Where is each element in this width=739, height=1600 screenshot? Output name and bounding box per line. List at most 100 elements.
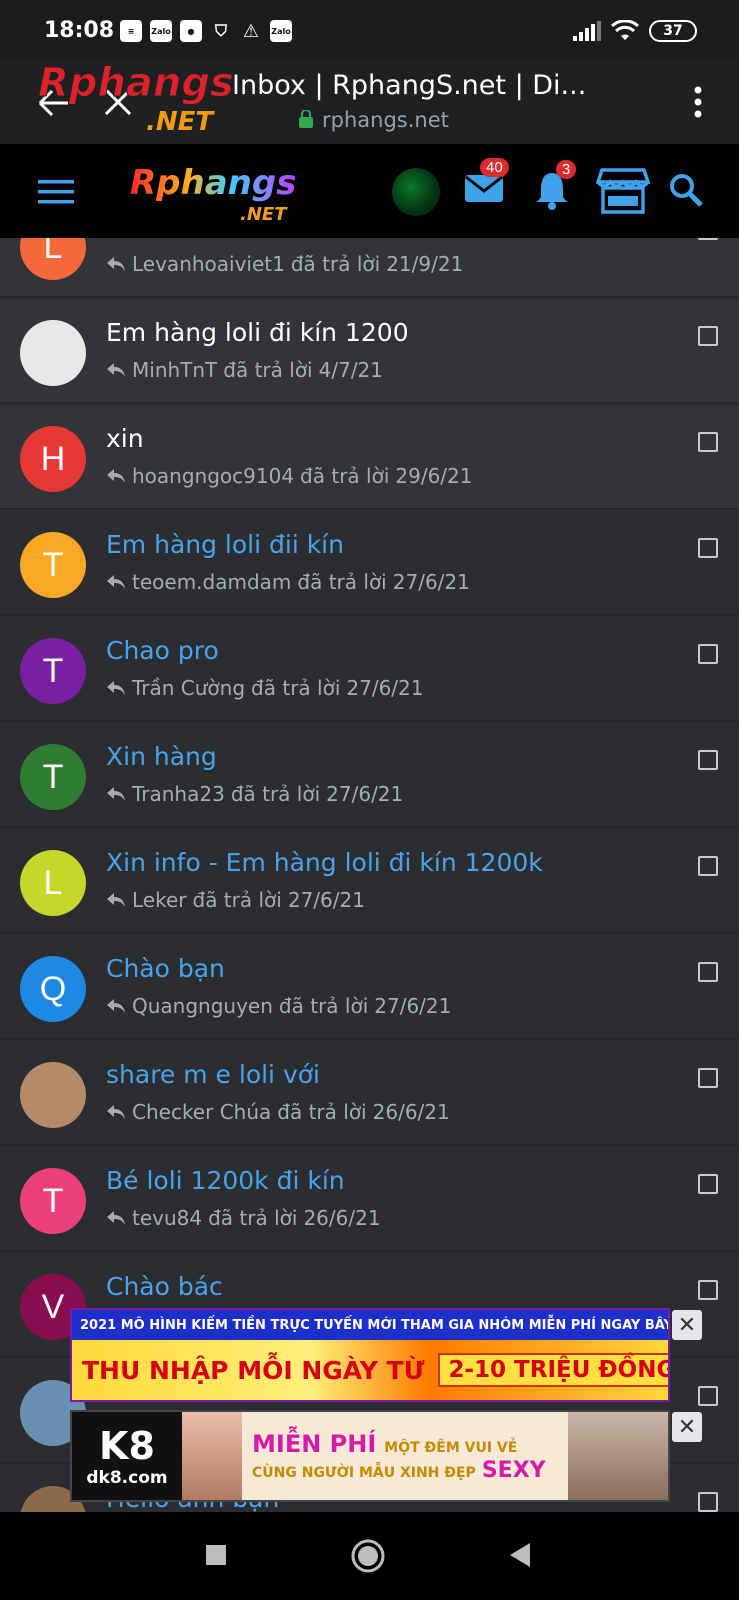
svg-text:Rphangs: Rphangs [38,60,234,106]
avatar[interactable]: T [20,744,86,810]
conversation-title[interactable]: Em hàng loli đi kín 1200 [106,318,409,347]
select-checkbox[interactable] [698,1280,718,1300]
avatar[interactable]: Q [20,956,86,1022]
conversation-meta: Checker Chúa đã trả lời 26/6/21 [106,1100,450,1124]
notification-icons: ≡ Zalo ● ⛉ ⚠ Zalo [120,20,292,42]
conversation-title[interactable]: Chào bác [106,1272,223,1301]
reply-author[interactable]: hoangngoc9104 [132,464,294,488]
store-icon[interactable] [596,166,650,214]
reply-icon [107,999,125,1013]
menu-icon[interactable] [38,178,74,206]
reply-author[interactable]: Leker [132,888,187,912]
conversation-meta: Quangnguyen đã trả lời 27/6/21 [106,994,451,1018]
reply-action: đã trả lời [223,358,313,382]
avatar[interactable]: L [20,238,86,280]
advertisement-banner[interactable]: 2021 MÔ HÌNH KIẾM TIỀN TRỰC TUYẾN MỚI TH… [70,1308,670,1402]
ad-close-button[interactable]: ✕ [672,1412,702,1442]
ad-image [182,1412,242,1500]
reply-author[interactable]: MinhTnT [132,358,217,382]
select-checkbox[interactable] [698,750,718,770]
reply-icon [107,1105,125,1119]
shield-icon: ⛉ [214,21,227,40]
back-icon[interactable] [508,1542,532,1568]
browser-toolbar: Inbox | RphangS.net | Di... rphangs.net … [0,60,739,144]
svg-text:Rphangs: Rphangs [130,163,296,203]
select-checkbox[interactable] [698,962,718,982]
conversation-row[interactable]: L Alo Levanhoaiviet1đã trả lời21/9/21 [0,238,739,298]
select-checkbox[interactable] [698,1068,718,1088]
reply-action: đã trả lời [208,1206,298,1230]
conversation-title[interactable]: Em hàng loli đii kín [106,530,344,559]
conversation-title[interactable]: Chao pro [106,636,219,665]
conversation-meta: Leker đã trả lời 27/6/21 [106,888,365,912]
conversation-row[interactable]: T Bé loli 1200k đi kín tevu84 đã trả lời 26/… [0,1148,739,1252]
conversation-row[interactable]: Em hàng loli đi kín 1200 MinhTnT đã trả lờ… [0,300,739,404]
conversation-row[interactable]: Hxin hoangngoc9104 đã trả lời 29/6/21 [0,406,739,510]
avatar[interactable]: T [20,638,86,704]
reply-date: 27/6/21 [326,782,404,806]
reply-icon [107,787,125,801]
conversation-row[interactable]: T Xin hàng Tranha23 đã trả lời 27/6/21 [0,724,739,828]
reply-date: 26/6/21 [372,1100,450,1124]
avatar[interactable]: T [20,532,86,598]
select-checkbox[interactable] [698,1492,718,1512]
reply-icon [107,1211,125,1225]
select-checkbox[interactable] [698,1386,718,1406]
conversation-row[interactable]: Q Chào bạn Quangnguyen đã trả lời 27/6/21 [0,936,739,1040]
site-logo[interactable]: Rphangs .NET [130,156,330,226]
conversation-title[interactable]: Chào bạn [106,954,225,983]
recents-icon[interactable] [205,1544,227,1566]
conversation-title[interactable]: xin [106,424,144,453]
conversation-title[interactable]: Alo [106,238,145,241]
reply-author[interactable]: Levanhoaiviet1 [132,252,285,276]
reply-date: 27/6/21 [374,994,452,1018]
ad-amount: 2-10 TRIỆU ĐỒNG [438,1353,668,1387]
select-checkbox[interactable] [698,432,718,452]
conversation-row[interactable]: T Chao pro Trần Cường đã trả lời 27/6/21 [0,618,739,722]
reply-author[interactable]: Quangnguyen [132,994,273,1018]
avatar[interactable] [20,320,86,386]
select-checkbox[interactable] [698,856,718,876]
select-checkbox[interactable] [698,238,718,240]
conversation-title[interactable]: Xin hàng [106,742,217,771]
conversation-title[interactable]: share m e loli với [106,1060,320,1089]
url-host: rphangs.net [322,108,449,132]
conversation-title[interactable]: Bé loli 1200k đi kín [106,1166,345,1195]
user-avatar[interactable] [392,168,440,216]
avatar[interactable]: L [20,850,86,916]
avatar[interactable] [20,1062,86,1128]
home-icon[interactable] [350,1538,386,1574]
zalo-icon: Zalo [150,20,172,42]
more-options-icon[interactable] [686,82,710,122]
reply-icon [107,469,125,483]
ad-close-button[interactable]: ✕ [672,1310,702,1340]
message-notification-icon: ≡ [120,20,142,42]
page-title: Inbox | RphangS.net | Di... [232,70,587,101]
search-icon[interactable] [668,172,704,208]
reply-author[interactable]: Checker Chúa [132,1100,271,1124]
conversation-meta: Trần Cường đã trả lời 27/6/21 [106,676,424,700]
advertisement-banner[interactable]: K8 dk8.com MIỄN PHÍ MỘT ĐÊM VUI VẺ CÙNG N… [70,1410,670,1502]
avatar[interactable]: H [20,426,86,492]
ad-headline: 2021 MÔ HÌNH KIẾM TIỀN TRỰC TUYẾN MỚI TH… [72,1310,668,1340]
ad-image [568,1412,668,1500]
reply-author[interactable]: teoem.damdam [132,570,291,594]
reply-action: đã trả lời [297,570,387,594]
conversation-meta: hoangngoc9104 đã trả lời 29/6/21 [106,464,473,488]
site-logo-overlay: Rphangs .NET [38,60,234,137]
conversation-row[interactable]: share m e loli với Checker Chúa đã trả lời… [0,1042,739,1146]
avatar[interactable]: T [20,1168,86,1234]
select-checkbox[interactable] [698,326,718,346]
conversation-title[interactable]: Xin info - Em hàng loli đi kín 1200k [106,848,543,877]
select-checkbox[interactable] [698,1174,718,1194]
reply-author[interactable]: tevu84 [132,1206,202,1230]
conversation-meta: Levanhoaiviet1 đã trả lời 21/9/21 [106,252,463,276]
select-checkbox[interactable] [698,538,718,558]
reply-author[interactable]: Tranha23 [132,782,225,806]
select-checkbox[interactable] [698,644,718,664]
conversation-row[interactable]: T Em hàng loli đii kín teoem.damdam đã trả … [0,512,739,616]
zalo-icon: Zalo [270,20,292,42]
reply-date: 29/6/21 [395,464,473,488]
reply-author[interactable]: Trần Cường [132,676,245,700]
conversation-row[interactable]: L Xin info - Em hàng loli đi kín 1200k Lek… [0,830,739,934]
